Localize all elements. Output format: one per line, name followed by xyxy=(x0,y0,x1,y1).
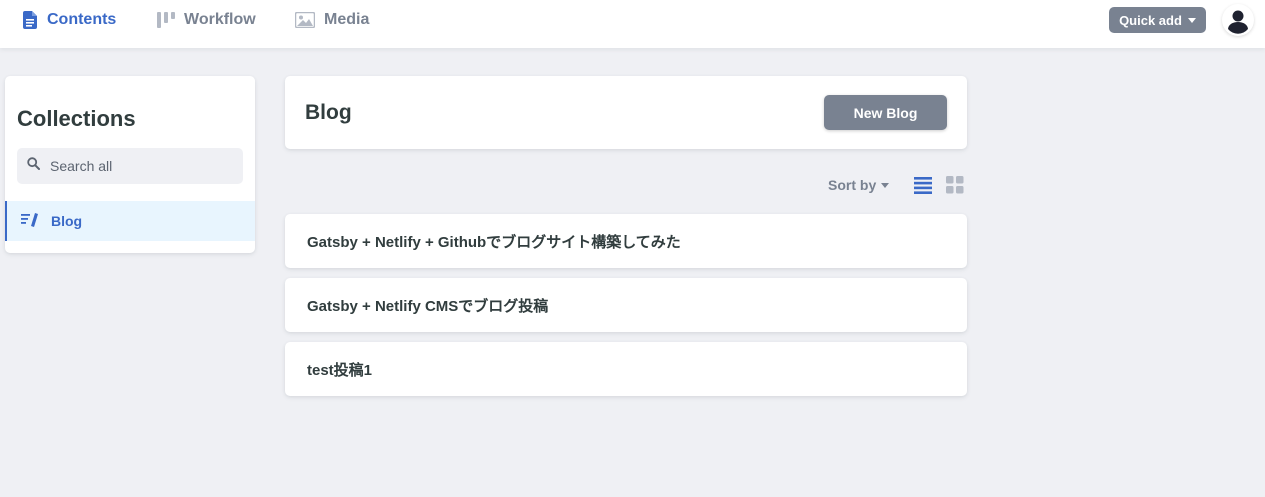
entry-title: Gatsby + Netlify CMSでブログ投稿 xyxy=(307,297,549,315)
sidebar-title: Collections xyxy=(17,106,136,131)
new-entry-button[interactable]: New Blog xyxy=(824,95,947,130)
collection-title: Blog xyxy=(305,101,352,124)
tab-media[interactable]: Media xyxy=(295,0,369,40)
entry-title: Gatsby + Netlify + Githubでブログサイト構築してみた xyxy=(307,233,681,251)
collection-header: Blog New Blog xyxy=(285,76,967,149)
entry-card[interactable]: Gatsby + Netlify + Githubでブログサイト構築してみた xyxy=(285,214,967,268)
workflow-icon xyxy=(157,12,175,28)
chevron-down-icon xyxy=(881,182,890,188)
quick-add-label: Quick add xyxy=(1119,12,1182,28)
chevron-down-icon xyxy=(1187,17,1196,23)
tab-contents-label: Contents xyxy=(47,11,117,28)
entry-card[interactable]: Gatsby + Netlify CMSでブログ投稿 xyxy=(285,278,967,332)
grid-view-button[interactable] xyxy=(945,175,965,200)
sort-by-label: Sort by xyxy=(828,177,877,193)
search-input[interactable] xyxy=(50,158,230,174)
collections-sidebar: Collections Blog xyxy=(5,76,255,253)
tab-media-label: Media xyxy=(324,11,370,28)
write-icon xyxy=(21,212,39,231)
entry-title: test投稿1 xyxy=(307,361,373,379)
search-icon xyxy=(27,157,40,175)
quick-add-button[interactable]: Quick add xyxy=(1109,7,1206,33)
sort-by-dropdown[interactable]: Sort by xyxy=(828,176,890,194)
list-view-button[interactable] xyxy=(913,175,933,200)
tab-contents[interactable]: Contents xyxy=(22,0,116,40)
entry-card[interactable]: test投稿1 xyxy=(285,342,967,396)
top-nav-bar: Contents Workflow Media Quick add xyxy=(0,0,1265,48)
tab-workflow[interactable]: Workflow xyxy=(157,0,256,40)
avatar[interactable] xyxy=(1222,4,1254,36)
list-icon xyxy=(914,177,932,194)
search-box[interactable] xyxy=(17,148,243,184)
sidebar-item-blog[interactable]: Blog xyxy=(5,201,255,241)
sidebar-item-label: Blog xyxy=(51,213,83,229)
document-icon xyxy=(22,11,38,29)
user-icon xyxy=(1224,6,1252,34)
grid-icon xyxy=(946,176,964,194)
tab-workflow-label: Workflow xyxy=(184,11,256,28)
image-icon xyxy=(295,12,315,28)
